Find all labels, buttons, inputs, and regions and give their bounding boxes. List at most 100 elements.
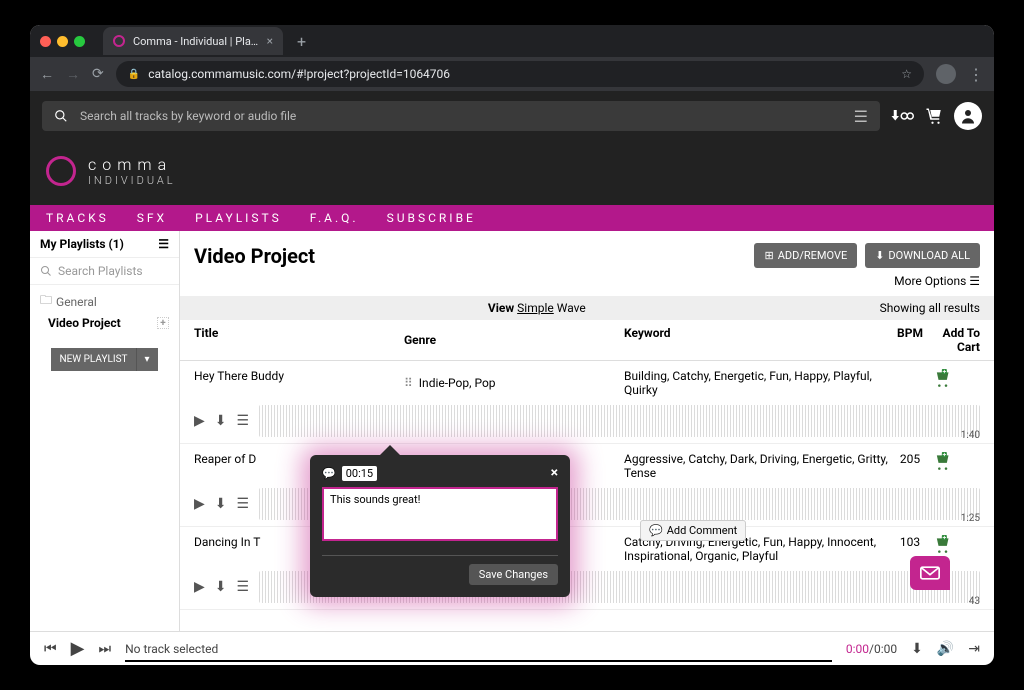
track-duration: 1:25 bbox=[961, 513, 980, 524]
tab-favicon-icon bbox=[113, 35, 125, 47]
add-comment-label: Add Comment bbox=[667, 524, 738, 537]
brand-logo-icon[interactable] bbox=[46, 156, 76, 186]
main-nav: TRACKS SFX PLAYLISTS F.A.Q. SUBSCRIBE bbox=[30, 205, 994, 231]
maximize-window-icon[interactable] bbox=[74, 36, 85, 47]
play-icon[interactable]: ▶ bbox=[194, 579, 205, 595]
new-playlist-button[interactable]: NEW PLAYLIST bbox=[51, 348, 135, 371]
brand-name: comma bbox=[88, 155, 176, 174]
total-time: 0:00 bbox=[874, 642, 897, 656]
search-filter-icon[interactable]: ☰ bbox=[854, 107, 868, 126]
track-header: Title Genre Keyword BPM Add To Cart bbox=[180, 320, 994, 361]
table-row: Hey There Buddy ⠿Indie-Pop, Pop Building… bbox=[180, 361, 994, 444]
expand-player-icon[interactable]: ⇥ bbox=[968, 641, 980, 657]
download-track-icon[interactable]: ⬇ bbox=[215, 496, 227, 512]
play-icon[interactable]: ▶ bbox=[194, 496, 205, 512]
play-icon[interactable]: ▶ bbox=[194, 413, 205, 429]
new-tab-button[interactable]: + bbox=[291, 32, 312, 51]
comment-icon: 💬 bbox=[322, 467, 336, 480]
download-all-button[interactable]: ⬇ DOWNLOAD ALL bbox=[865, 243, 980, 268]
track-menu-icon[interactable]: ☰ bbox=[237, 413, 250, 429]
table-row: Reaper of D Aggressive, Catchy, Dark, Dr… bbox=[180, 444, 994, 527]
play-pause-icon[interactable]: ▶ bbox=[71, 638, 85, 659]
reload-icon[interactable]: ⟳ bbox=[92, 66, 104, 82]
new-playlist-dropdown[interactable]: ▾ bbox=[136, 348, 158, 371]
divider bbox=[322, 555, 558, 556]
browser-chrome: Comma - Individual | Playlist D × + ← → … bbox=[30, 25, 994, 91]
add-to-playlist-icon[interactable]: + bbox=[157, 317, 169, 329]
profile-icon[interactable] bbox=[954, 102, 982, 130]
close-window-icon[interactable] bbox=[40, 36, 51, 47]
close-popover-icon[interactable]: × bbox=[551, 465, 558, 481]
minimize-window-icon[interactable] bbox=[57, 36, 68, 47]
track-keyword: Aggressive, Catchy, Dark, Driving, Energ… bbox=[624, 452, 890, 480]
url-text: catalog.commamusic.com/#!project?project… bbox=[148, 67, 450, 81]
sidebar: My Playlists (1) ☰ Search Playlists 🗀 Ge… bbox=[30, 231, 180, 631]
global-search[interactable]: Search all tracks by keyword or audio fi… bbox=[42, 101, 880, 131]
nav-sfx[interactable]: SFX bbox=[137, 211, 167, 225]
next-track-icon[interactable]: ⏭ bbox=[98, 641, 111, 657]
comment-input[interactable]: This sounds great! bbox=[322, 487, 558, 541]
table-row: Dancing In T Catchy, Driving, Energetic,… bbox=[180, 527, 994, 610]
save-changes-button[interactable]: Save Changes bbox=[469, 564, 558, 585]
col-genre[interactable]: Genre bbox=[404, 326, 624, 354]
download-queue-icon[interactable] bbox=[890, 108, 914, 124]
download-track-icon[interactable]: ⬇ bbox=[215, 413, 227, 429]
browser-tab[interactable]: Comma - Individual | Playlist D × bbox=[103, 27, 283, 55]
track-duration: 43 bbox=[969, 596, 980, 607]
view-simple[interactable]: Simple bbox=[517, 301, 554, 315]
tab-title: Comma - Individual | Playlist D bbox=[133, 35, 259, 48]
waveform[interactable] bbox=[259, 405, 980, 437]
address-bar[interactable]: 🔒 catalog.commamusic.com/#!project?proje… bbox=[116, 61, 924, 87]
col-keyword[interactable]: Keyword bbox=[624, 326, 890, 354]
comment-popover: 💬 00:15 × This sounds great! Save Change… bbox=[310, 455, 570, 597]
track-title[interactable]: Hey There Buddy bbox=[194, 369, 404, 397]
col-bpm[interactable]: BPM bbox=[890, 326, 930, 354]
sidebar-search[interactable]: Search Playlists bbox=[30, 258, 179, 285]
add-to-cart-icon[interactable] bbox=[930, 452, 980, 472]
track-list: Hey There Buddy ⠿Indie-Pop, Pop Building… bbox=[180, 361, 994, 631]
download-icon: ⬇ bbox=[875, 249, 884, 262]
playlist-item-label: Video Project bbox=[48, 316, 121, 330]
current-time: 0:00 bbox=[846, 642, 869, 656]
add-remove-button[interactable]: ⊞ ADD/REMOVE bbox=[754, 243, 857, 268]
bookmark-star-icon[interactable]: ☆ bbox=[901, 67, 912, 81]
add-comment-tooltip[interactable]: 💬 Add Comment bbox=[640, 520, 746, 541]
cart-icon[interactable] bbox=[924, 107, 944, 125]
nav-playlists[interactable]: PLAYLISTS bbox=[195, 211, 282, 225]
download-track-icon[interactable]: ⬇ bbox=[215, 579, 227, 595]
forward-icon[interactable]: → bbox=[66, 66, 80, 83]
track-genre: Indie-Pop, Pop bbox=[419, 376, 496, 390]
back-icon[interactable]: ← bbox=[40, 66, 54, 83]
nav-tracks[interactable]: TRACKS bbox=[46, 211, 109, 225]
col-cart: Add To Cart bbox=[930, 326, 980, 354]
search-placeholder: Search all tracks by keyword or audio fi… bbox=[80, 109, 296, 123]
track-bpm bbox=[890, 369, 930, 397]
sidebar-menu-icon[interactable]: ☰ bbox=[158, 237, 169, 251]
player-download-icon[interactable]: ⬇ bbox=[911, 641, 923, 657]
window-controls[interactable] bbox=[40, 36, 95, 47]
more-options-button[interactable]: More Options ☰ bbox=[894, 274, 980, 288]
col-title[interactable]: Title bbox=[194, 326, 404, 354]
brand-subtitle: INDIVIDUAL bbox=[88, 174, 176, 187]
drag-handle-icon[interactable]: ⠿ bbox=[404, 376, 413, 390]
tab-close-icon[interactable]: × bbox=[267, 34, 273, 48]
sidebar-item-video-project[interactable]: Video Project + bbox=[40, 312, 169, 334]
track-menu-icon[interactable]: ☰ bbox=[237, 496, 250, 512]
volume-icon[interactable]: 🔊 bbox=[937, 641, 954, 657]
contact-fab[interactable] bbox=[910, 556, 950, 590]
add-to-cart-icon[interactable] bbox=[930, 369, 980, 389]
progress-bar[interactable] bbox=[125, 660, 832, 662]
search-icon bbox=[54, 109, 68, 123]
brand-text: comma INDIVIDUAL bbox=[88, 155, 176, 187]
prev-track-icon[interactable]: ⏮ bbox=[44, 641, 57, 657]
track-menu-icon[interactable]: ☰ bbox=[237, 579, 250, 595]
sidebar-folder-general[interactable]: 🗀 General bbox=[40, 291, 169, 312]
extension-icon[interactable] bbox=[936, 64, 956, 84]
browser-menu-icon[interactable]: ⋮ bbox=[968, 65, 984, 84]
nav-faq[interactable]: F.A.Q. bbox=[310, 211, 359, 225]
main-pane: Video Project ⊞ ADD/REMOVE ⬇ DOWNLOAD AL… bbox=[180, 231, 994, 631]
view-wave[interactable]: Wave bbox=[557, 301, 586, 315]
track-bpm: 205 bbox=[890, 452, 930, 480]
add-to-cart-icon[interactable] bbox=[930, 535, 980, 555]
nav-subscribe[interactable]: SUBSCRIBE bbox=[387, 211, 476, 225]
